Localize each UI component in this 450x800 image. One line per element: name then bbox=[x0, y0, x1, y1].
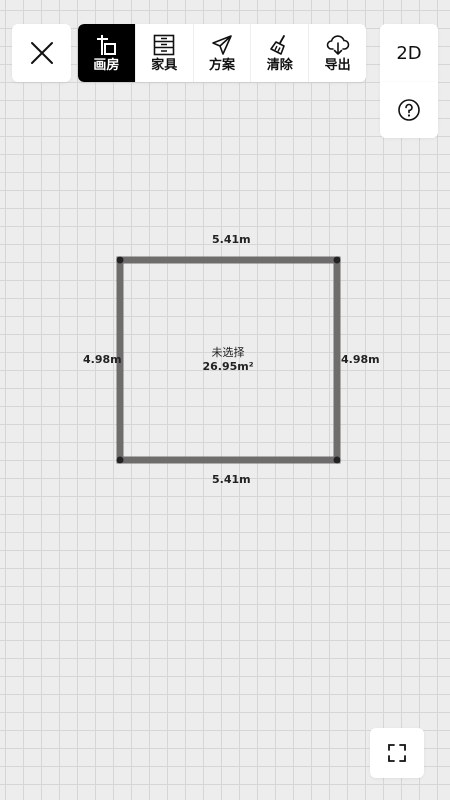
corner-handle-top-left[interactable] bbox=[116, 256, 124, 264]
dimension-left: 4.98m bbox=[83, 353, 122, 366]
fullscreen-icon bbox=[388, 744, 406, 762]
room-info[interactable]: 未选择 26.95m² bbox=[178, 346, 278, 373]
corner-handle-bottom-right[interactable] bbox=[333, 456, 341, 464]
floor-plan-canvas[interactable] bbox=[0, 0, 450, 800]
corner-handle-bottom-left[interactable] bbox=[116, 456, 124, 464]
room-area: 26.95m² bbox=[202, 360, 254, 373]
dimension-bottom: 5.41m bbox=[212, 473, 251, 486]
dimension-right: 4.98m bbox=[341, 353, 380, 366]
dimension-top: 5.41m bbox=[212, 233, 251, 246]
room-name: 未选择 bbox=[211, 346, 245, 359]
corner-handle-top-right[interactable] bbox=[333, 256, 341, 264]
fullscreen-button[interactable] bbox=[370, 728, 424, 778]
